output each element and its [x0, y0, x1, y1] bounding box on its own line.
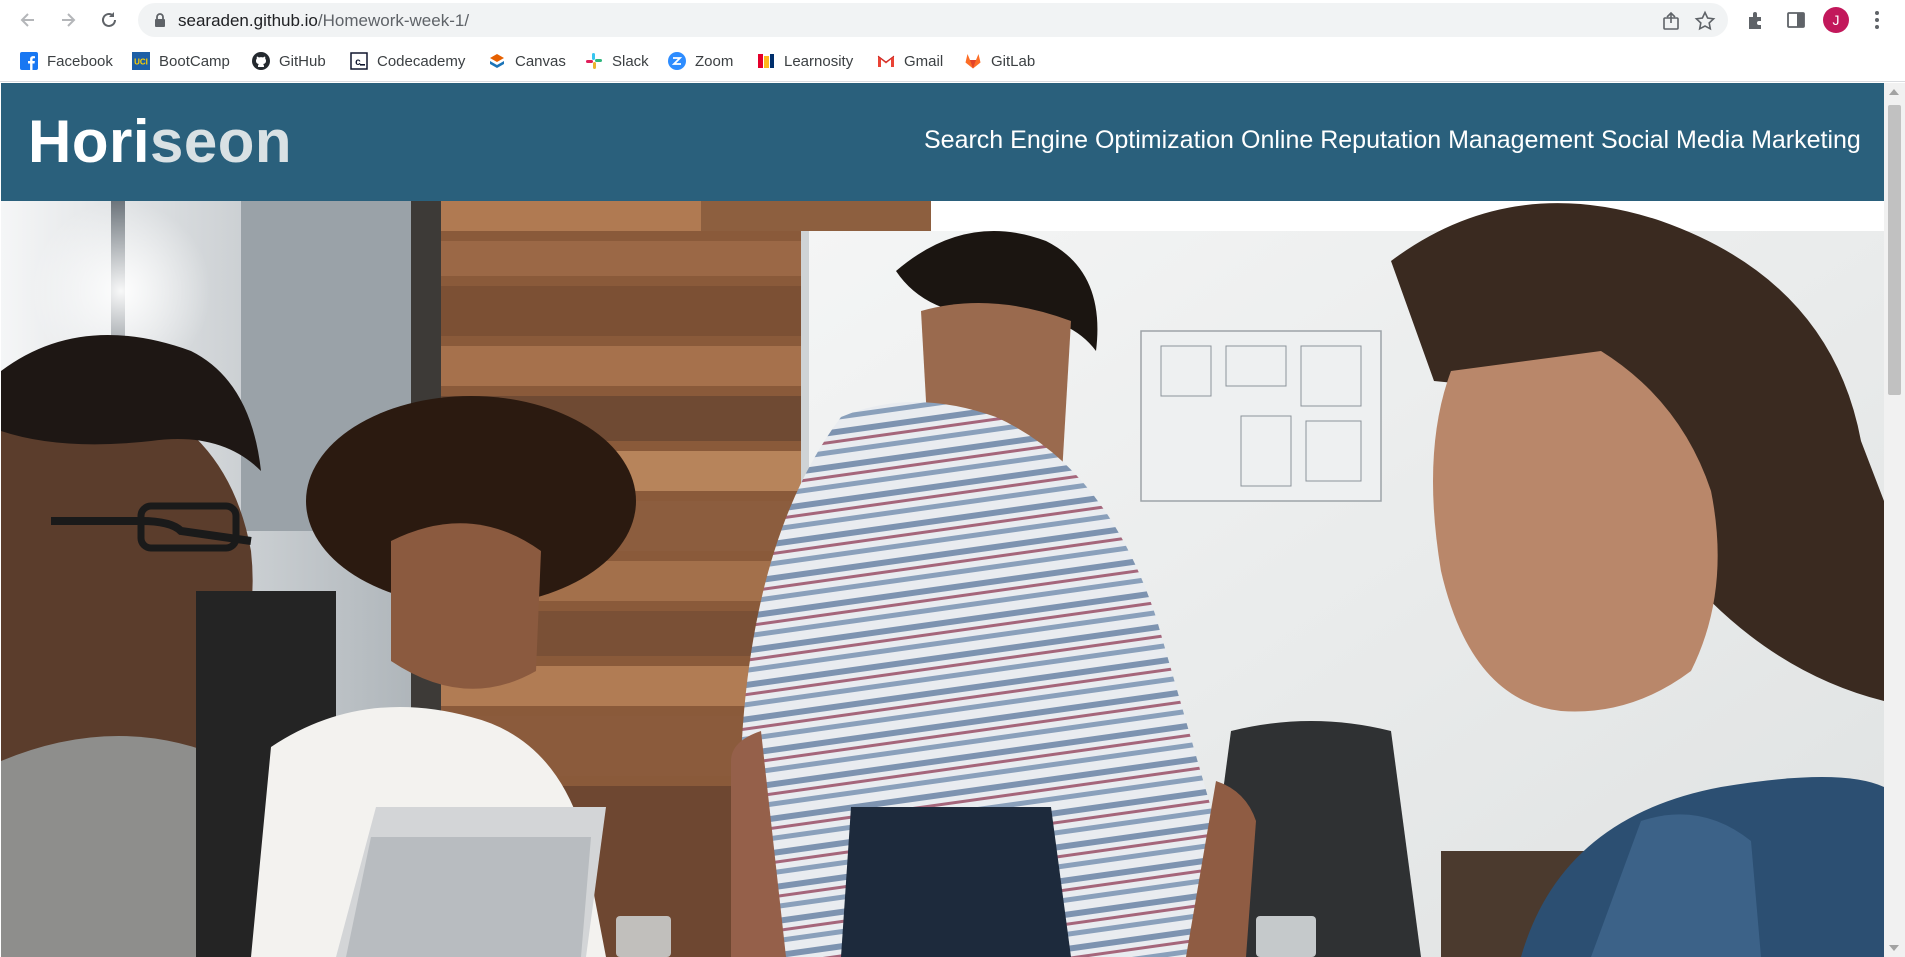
share-icon[interactable]: [1660, 10, 1682, 32]
url-path: /Homework-week-1/: [317, 11, 470, 30]
bookmark-zoom[interactable]: Zoom: [668, 49, 733, 73]
browser-toolbar: searaden.github.io/Homework-week-1/ J: [0, 0, 1905, 40]
uci-icon: UCI: [132, 52, 150, 70]
logo-accent: seon: [150, 108, 293, 175]
side-panel-icon[interactable]: [1785, 9, 1807, 31]
back-arrow-icon: [20, 13, 34, 27]
bookmark-label: Gmail: [904, 52, 944, 70]
page-scrollbar[interactable]: [1884, 83, 1905, 957]
bookmark-label: GitHub: [279, 52, 326, 70]
site-logo: Horiseon: [28, 107, 292, 176]
bookmark-label: Codecademy: [377, 52, 466, 70]
scroll-thumb[interactable]: [1888, 105, 1901, 395]
forward-button[interactable]: [54, 6, 82, 34]
zoom-icon: [668, 52, 686, 70]
github-icon: [252, 52, 270, 70]
bookmark-label: Slack: [612, 52, 649, 70]
facebook-icon: [20, 52, 38, 70]
logo-main: Hori: [28, 108, 150, 175]
address-bar[interactable]: searaden.github.io/Homework-week-1/: [138, 3, 1728, 37]
bookmark-canvas[interactable]: Canvas: [488, 49, 566, 73]
forward-arrow-icon: [62, 13, 76, 27]
hero-image: [1, 201, 1884, 957]
bookmark-star-icon[interactable]: [1694, 10, 1716, 32]
nav-link-social-media[interactable]: Social Media Marketing: [1601, 126, 1861, 155]
learnosity-icon: [757, 52, 775, 70]
bookmark-label: Zoom: [695, 52, 734, 70]
scroll-up-arrow-icon[interactable]: [1889, 89, 1899, 95]
bookmark-gitlab[interactable]: GitLab: [964, 49, 1035, 73]
team-meeting-photo: [1, 201, 1884, 957]
bookmark-slack[interactable]: Slack: [585, 49, 649, 73]
url-host: searaden.github.io: [178, 11, 318, 30]
canvas-icon: [488, 52, 506, 70]
codecademy-icon: c: [350, 52, 368, 70]
site-header: Horiseon Search Engine Optimization Onli…: [1, 83, 1884, 201]
bookmark-gmail[interactable]: Gmail: [877, 49, 943, 73]
slack-icon: [585, 52, 603, 70]
gitlab-icon: [964, 52, 982, 70]
bookmark-facebook[interactable]: Facebook: [20, 49, 113, 73]
back-button[interactable]: [14, 6, 42, 34]
lock-icon: [155, 13, 165, 27]
bookmark-label: GitLab: [991, 52, 1036, 70]
nav-link-reputation[interactable]: Online Reputation Management: [1241, 126, 1594, 155]
url-text: searaden.github.io/Homework-week-1/: [178, 11, 469, 31]
svg-text:c: c: [355, 58, 361, 69]
reload-button[interactable]: [95, 6, 123, 34]
bookmark-learnosity[interactable]: Learnosity: [757, 49, 853, 73]
bookmark-label: Facebook: [47, 52, 113, 70]
scroll-down-arrow-icon[interactable]: [1889, 945, 1899, 951]
bookmark-bootcamp[interactable]: UCI BootCamp: [132, 49, 230, 73]
nav-link-seo[interactable]: Search Engine Optimization: [924, 126, 1234, 155]
bookmark-github[interactable]: GitHub: [252, 49, 326, 73]
extensions-icon[interactable]: [1745, 9, 1767, 31]
page-viewport: Horiseon Search Engine Optimization Onli…: [1, 83, 1884, 957]
menu-kebab-icon[interactable]: [1866, 9, 1888, 31]
svg-text:UCI: UCI: [134, 58, 148, 67]
bookmark-label: BootCamp: [159, 52, 230, 70]
bookmark-codecademy[interactable]: c Codecademy: [350, 49, 465, 73]
bookmarks-bar: Facebook UCI BootCamp GitHub c Codecadem…: [0, 40, 1905, 82]
profile-avatar[interactable]: J: [1823, 7, 1849, 33]
gmail-icon: [877, 52, 895, 70]
bookmark-label: Canvas: [515, 52, 566, 70]
reload-icon: [102, 12, 116, 27]
bookmark-label: Learnosity: [784, 52, 854, 70]
